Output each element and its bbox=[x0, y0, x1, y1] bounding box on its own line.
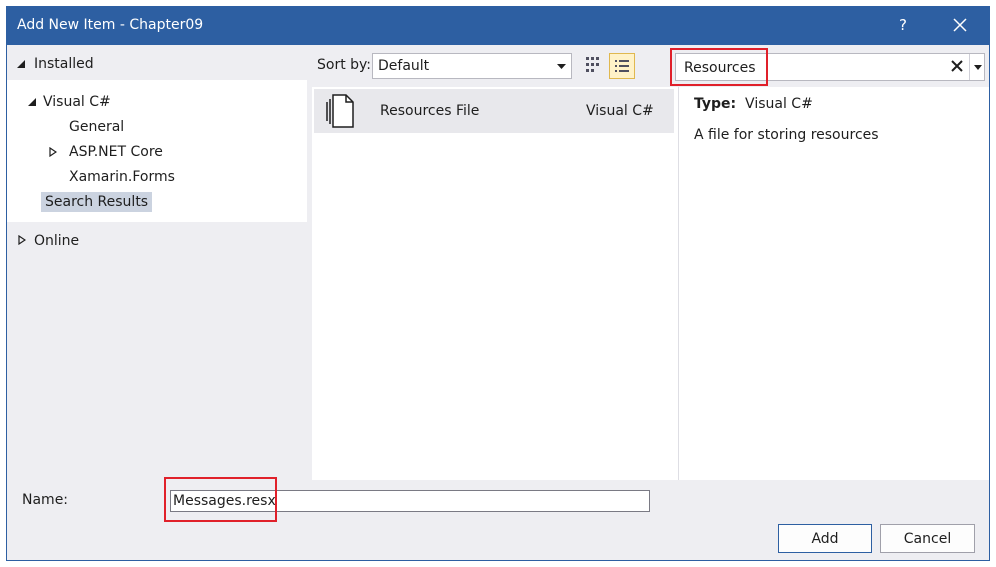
tree-item-search-results[interactable]: Search Results bbox=[41, 192, 153, 212]
collapsed-arrow-icon bbox=[49, 146, 58, 158]
type-value: Visual C# bbox=[745, 96, 813, 112]
help-button[interactable]: ? bbox=[892, 16, 914, 34]
search-box bbox=[675, 53, 985, 81]
expanded-arrow-icon bbox=[17, 60, 25, 68]
item-name: Resources File bbox=[380, 103, 480, 119]
grid-view-icon bbox=[586, 57, 599, 72]
installed-label: Installed bbox=[34, 56, 94, 72]
list-view-button[interactable] bbox=[609, 53, 635, 79]
close-icon bbox=[953, 18, 967, 32]
search-input[interactable] bbox=[684, 58, 934, 78]
collapsed-arrow-icon bbox=[18, 235, 26, 245]
item-language: Visual C# bbox=[586, 103, 654, 119]
details-description: A file for storing resources bbox=[694, 127, 879, 143]
type-key: Type: bbox=[694, 96, 737, 112]
details-type: Type: Visual C# bbox=[694, 96, 813, 112]
name-label: Name: bbox=[22, 492, 69, 508]
installed-header[interactable]: Installed bbox=[7, 51, 307, 80]
tree-item-label: Visual C# bbox=[43, 94, 111, 110]
list-view-icon bbox=[615, 60, 629, 72]
expanded-arrow-icon bbox=[28, 98, 36, 106]
chevron-down-icon bbox=[974, 65, 982, 70]
grid-view-button[interactable] bbox=[582, 54, 604, 76]
template-list: Resources File Visual C# bbox=[312, 87, 678, 480]
close-button[interactable] bbox=[945, 13, 975, 39]
close-icon bbox=[951, 60, 963, 72]
tree-item-label: ASP.NET Core bbox=[69, 144, 163, 160]
window-title: Add New Item - Chapter09 bbox=[17, 17, 204, 33]
sort-value: Default bbox=[378, 58, 430, 74]
online-label: Online bbox=[34, 233, 80, 249]
template-tree: Visual C# General ASP.NET Core Xamarin.F… bbox=[7, 80, 307, 222]
sort-dropdown[interactable]: Default bbox=[372, 53, 572, 79]
add-button[interactable]: Add bbox=[778, 524, 872, 553]
document-icon bbox=[326, 94, 354, 128]
cancel-button[interactable]: Cancel bbox=[880, 524, 975, 553]
name-input[interactable] bbox=[170, 490, 650, 512]
search-options-dropdown[interactable] bbox=[969, 54, 985, 80]
tree-item-aspnet-core[interactable]: ASP.NET Core bbox=[49, 144, 163, 160]
title-bar: Add New Item - Chapter09 ? bbox=[7, 7, 989, 45]
sort-by-label: Sort by: bbox=[317, 57, 372, 73]
chevron-down-icon bbox=[557, 64, 566, 69]
add-new-item-dialog: Add New Item - Chapter09 ? Installed Vis… bbox=[6, 6, 990, 561]
online-header[interactable]: Online bbox=[7, 230, 307, 254]
clear-search-button[interactable] bbox=[951, 60, 963, 76]
details-pane: Type: Visual C# A file for storing resou… bbox=[678, 87, 989, 480]
tree-item-visual-csharp[interactable]: Visual C# bbox=[27, 94, 111, 110]
tree-item-general[interactable]: General bbox=[69, 119, 124, 135]
tree-item-xamarin-forms[interactable]: Xamarin.Forms bbox=[69, 169, 175, 185]
list-item[interactable]: Resources File Visual C# bbox=[314, 89, 674, 133]
